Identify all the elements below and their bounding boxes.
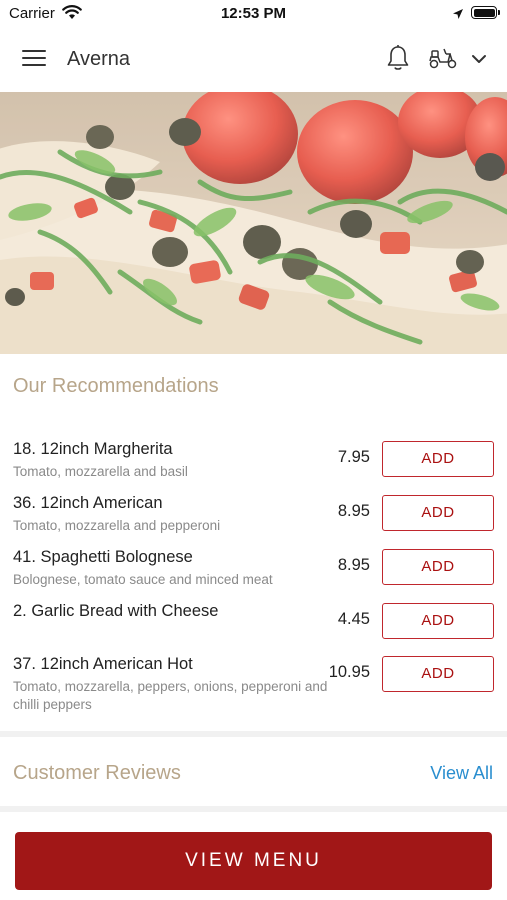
- bell-icon[interactable]: [386, 44, 410, 77]
- item-name: 37. 12inch American Hot: [13, 655, 193, 673]
- footer-bar: VIEW MENU: [0, 818, 507, 900]
- reviews-heading: Customer Reviews: [13, 762, 181, 784]
- add-button[interactable]: ADD: [382, 603, 494, 639]
- item-name: 2. Garlic Bread with Cheese: [13, 602, 219, 620]
- clock: 12:53 PM: [220, 5, 287, 22]
- battery-tip: [498, 10, 500, 15]
- item-price: 7.95: [337, 448, 370, 466]
- chevron-down-icon[interactable]: [471, 52, 487, 70]
- item-price: 10.95: [328, 663, 370, 681]
- add-button[interactable]: ADD: [382, 495, 494, 531]
- item-description: Bolognese, tomato sauce and minced meat: [13, 572, 273, 587]
- battery-icon: [471, 6, 497, 19]
- recommendations-heading: Our Recommendations: [13, 375, 219, 397]
- item-description: Tomato, mozzarella, peppers, onions, pep…: [13, 679, 328, 712]
- item-name: 36. 12inch American: [13, 494, 163, 512]
- add-button[interactable]: ADD: [382, 441, 494, 477]
- scooter-icon[interactable]: [428, 46, 458, 75]
- add-button[interactable]: ADD: [382, 656, 494, 692]
- restaurant-title: Averna: [67, 48, 131, 70]
- view-menu-button[interactable]: VIEW MENU: [15, 832, 492, 890]
- location-arrow-icon: [452, 7, 464, 25]
- hero-pizza-image: [0, 92, 507, 354]
- section-divider: [0, 806, 507, 812]
- hamburger-menu-icon[interactable]: [22, 50, 46, 68]
- item-price: 8.95: [337, 556, 370, 574]
- item-price: 8.95: [337, 502, 370, 520]
- item-name: 41. Spaghetti Bolognese: [13, 548, 193, 566]
- view-all-reviews-link[interactable]: View All: [430, 763, 493, 784]
- item-price: 4.45: [337, 610, 370, 628]
- item-name: 18. 12inch Margherita: [13, 440, 173, 458]
- section-divider: [0, 731, 507, 737]
- app-header: Averna: [0, 28, 507, 92]
- add-button[interactable]: ADD: [382, 549, 494, 585]
- item-description: Tomato, mozzarella and basil: [13, 464, 188, 479]
- item-description: Tomato, mozzarella and pepperoni: [13, 518, 221, 533]
- status-bar: Carrier 12:53 PM: [0, 0, 507, 28]
